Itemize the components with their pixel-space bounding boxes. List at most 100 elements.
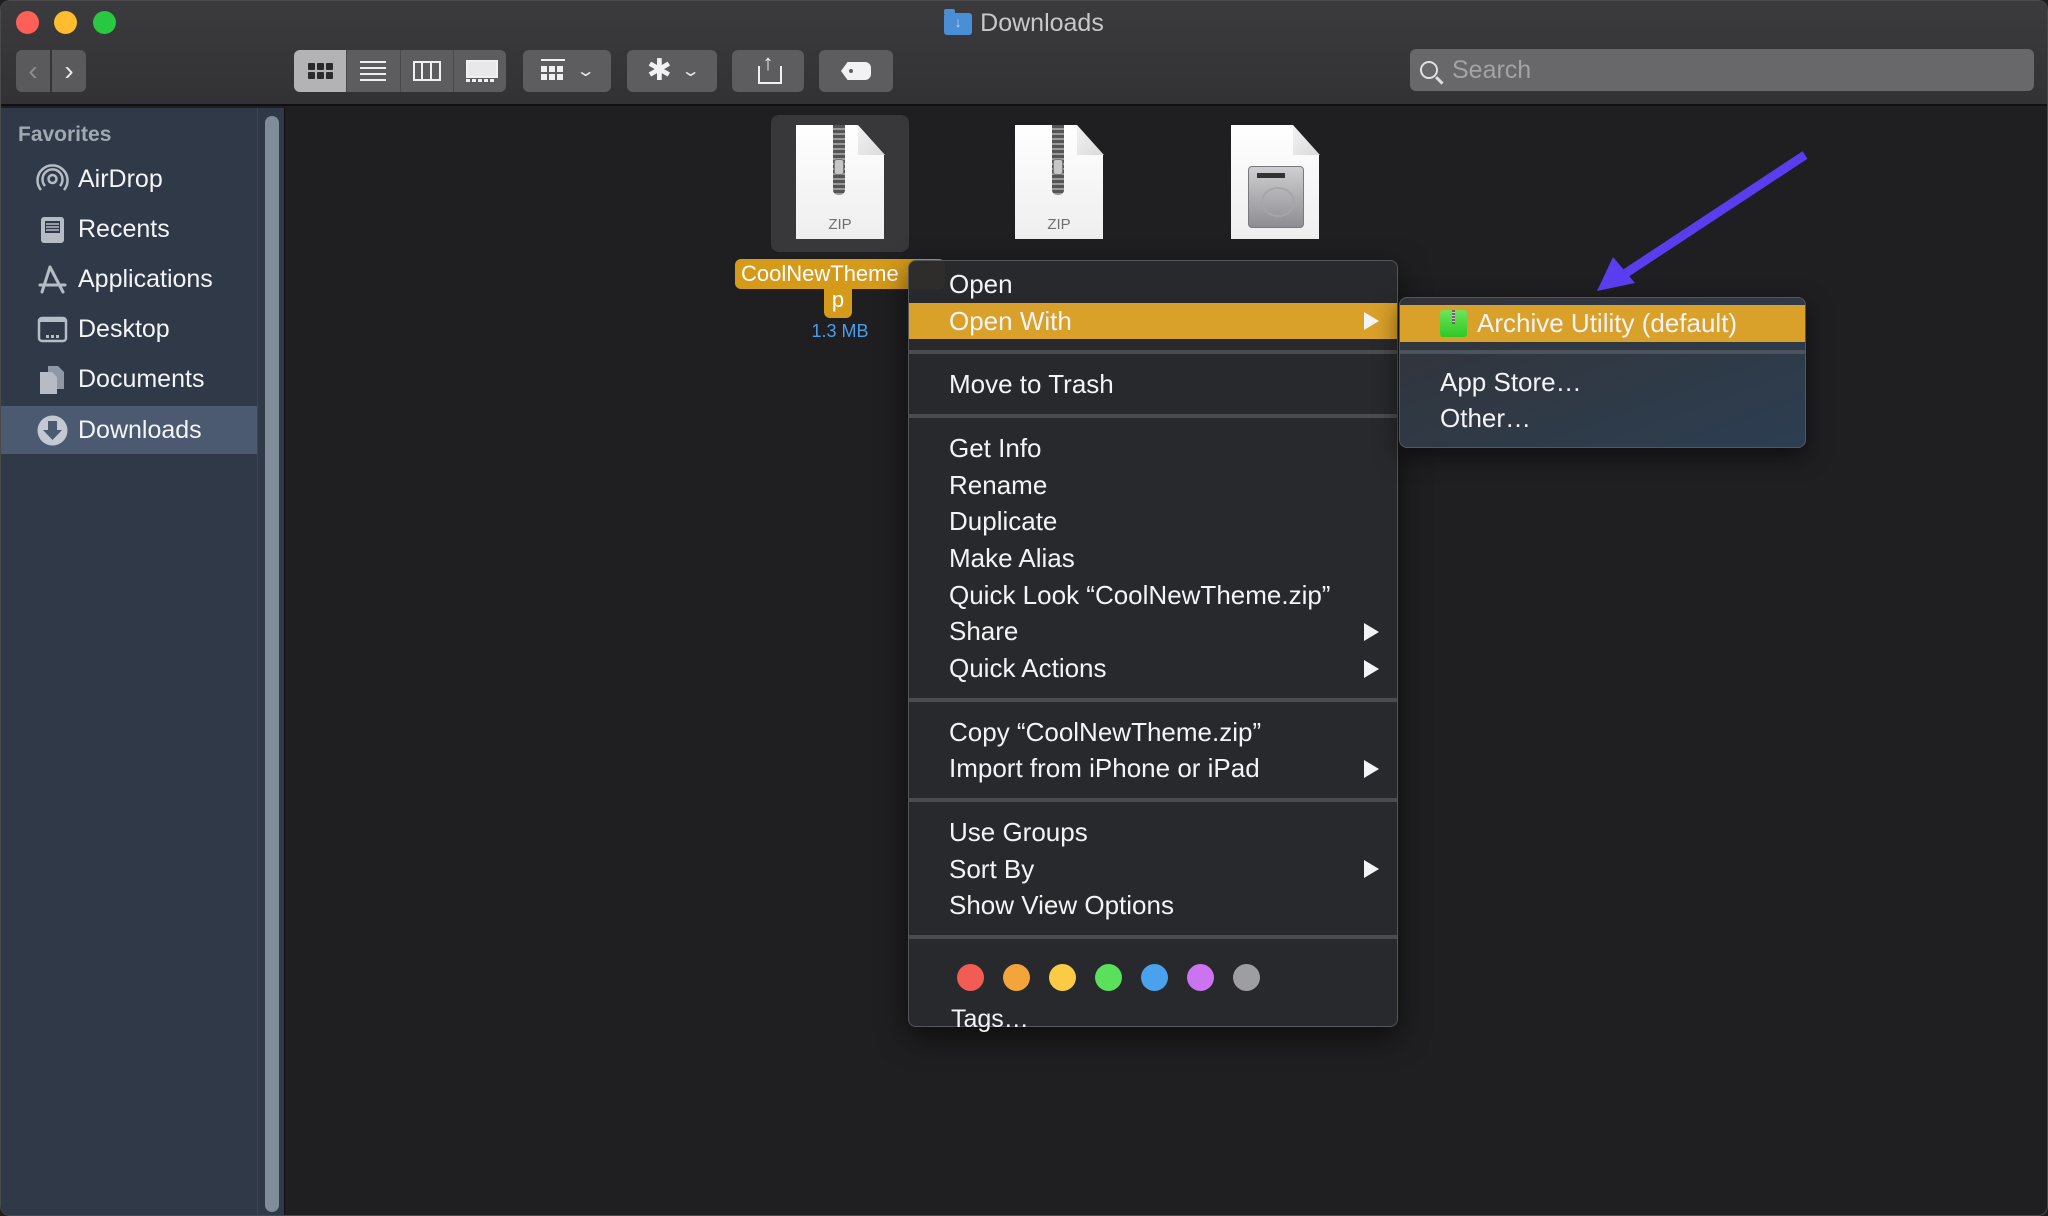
- tag-orange-button[interactable]: [1003, 964, 1030, 992]
- share-icon: [758, 50, 782, 84]
- tag-red-button[interactable]: [957, 964, 984, 992]
- menu-item-label: Sort By: [949, 853, 1035, 884]
- view-mode-segmented-control: [294, 50, 506, 92]
- menu-item-label: Quick Actions: [949, 653, 1107, 684]
- tag-color-row: [909, 951, 1397, 999]
- menu-item-label: Make Alias: [949, 542, 1075, 573]
- gallery-view-icon: [465, 60, 498, 82]
- menu-item-tags[interactable]: Tags…: [909, 999, 1397, 1039]
- window-title: Downloads: [1, 8, 2047, 38]
- downloads-folder-icon: [944, 8, 973, 35]
- file-type-label: ZIP: [1047, 216, 1071, 233]
- sidebar-item-desktop[interactable]: Desktop: [1, 305, 257, 353]
- open-with-submenu: Archive Utility (default) App Store… Oth…: [1399, 297, 1806, 448]
- search-input[interactable]: [1452, 55, 2012, 85]
- menu-item-duplicate[interactable]: Duplicate: [909, 503, 1397, 540]
- menu-item-label: Copy “CoolNewTheme.zip”: [949, 716, 1262, 747]
- sidebar-item-documents[interactable]: Documents: [1, 355, 257, 403]
- zipper-pull: [834, 159, 844, 175]
- group-by-icon: [541, 59, 566, 83]
- menu-item-label: Move to Trash: [949, 369, 1114, 400]
- finder-window: Downloads ‹ › ⌄ ✱: [0, 0, 2048, 1216]
- menu-item-use-groups[interactable]: Use Groups: [909, 814, 1397, 851]
- chevron-down-icon: ⌄: [575, 63, 597, 80]
- menu-item-app-store[interactable]: App Store…: [1400, 364, 1805, 401]
- menu-item-label: Archive Utility (default): [1477, 307, 1738, 338]
- edit-tags-button[interactable]: [819, 50, 893, 92]
- menu-item-label: Rename: [949, 469, 1048, 500]
- downloads-icon: [36, 414, 69, 447]
- menu-separator: [909, 697, 1397, 702]
- sidebar-item-downloads[interactable]: Downloads: [1, 406, 257, 454]
- menu-item-label: Show View Options: [949, 890, 1174, 921]
- menu-item-import-from-iphone-or-ipad[interactable]: Import from iPhone or iPad: [909, 751, 1397, 788]
- menu-item-label: Import from iPhone or iPad: [949, 753, 1260, 784]
- gear-icon: ✱: [646, 54, 672, 87]
- sidebar-section-favorites: Favorites: [18, 123, 112, 146]
- sidebar-item-recents[interactable]: Recents: [1, 205, 257, 253]
- column-view-icon: [412, 61, 441, 81]
- menu-item-label: App Store…: [1440, 366, 1582, 397]
- submenu-arrow-icon: [1364, 622, 1379, 641]
- tag-purple-button[interactable]: [1187, 964, 1214, 992]
- sidebar-item-applications[interactable]: Applications: [1, 255, 257, 303]
- tag-yellow-button[interactable]: [1049, 964, 1076, 992]
- sidebar-item-label: Documents: [78, 364, 205, 393]
- disk-image-icon: [1248, 166, 1304, 228]
- chevron-left-icon: ‹: [28, 55, 38, 86]
- tag-gray-button[interactable]: [1233, 964, 1260, 992]
- menu-item-move-to-trash[interactable]: Move to Trash: [909, 366, 1397, 403]
- search-field[interactable]: [1410, 49, 2034, 91]
- toolbar: Downloads ‹ › ⌄ ✱: [1, 1, 2047, 106]
- sidebar-item-label: Applications: [78, 264, 213, 293]
- menu-item-quick-look-coolnewtheme-zip[interactable]: Quick Look “CoolNewTheme.zip”: [909, 577, 1397, 614]
- group-by-button[interactable]: ⌄: [523, 50, 611, 92]
- menu-item-label: Open: [949, 268, 1013, 299]
- menu-separator: [909, 935, 1397, 940]
- menu-item-make-alias[interactable]: Make Alias: [909, 540, 1397, 577]
- submenu-arrow-icon: [1364, 759, 1379, 778]
- share-button[interactable]: [732, 50, 804, 92]
- column-view-button[interactable]: [401, 50, 454, 92]
- menu-separator: [1400, 349, 1805, 354]
- menu-separator: [909, 350, 1397, 355]
- list-view-icon: [360, 61, 387, 81]
- menu-item-quick-actions[interactable]: Quick Actions: [909, 650, 1397, 687]
- menu-item-copy-coolnewtheme-zip[interactable]: Copy “CoolNewTheme.zip”: [909, 714, 1397, 751]
- sidebar-item-airdrop[interactable]: AirDrop: [1, 155, 257, 203]
- sidebar-item-label: Downloads: [78, 415, 202, 444]
- menu-item-label: Get Info: [949, 432, 1042, 463]
- menu-item-rename[interactable]: Rename: [909, 467, 1397, 504]
- sidebar-item-label: Desktop: [78, 314, 170, 343]
- menu-item-label: Duplicate: [949, 506, 1058, 537]
- sidebar-scrollbar[interactable]: [257, 108, 285, 1215]
- menu-item-other[interactable]: Other…: [1400, 400, 1805, 437]
- menu-item-archive-utility[interactable]: Archive Utility (default): [1400, 305, 1805, 342]
- menu-item-get-info[interactable]: Get Info: [909, 430, 1397, 467]
- documents-icon: [36, 363, 69, 396]
- recents-icon: [36, 213, 69, 246]
- chevron-down-icon: ⌄: [680, 63, 701, 80]
- file-name-label-line2: p: [824, 287, 852, 318]
- forward-button[interactable]: ›: [52, 50, 86, 92]
- icon-view-button[interactable]: [294, 50, 348, 92]
- menu-item-open-with[interactable]: Open With: [909, 302, 1397, 340]
- file-type-label: ZIP: [828, 216, 852, 233]
- submenu-arrow-icon: [1364, 659, 1379, 678]
- menu-item-show-view-options[interactable]: Show View Options: [909, 888, 1397, 925]
- gallery-view-button[interactable]: [454, 50, 506, 92]
- menu-item-sort-by[interactable]: Sort By: [909, 851, 1397, 888]
- tag-green-button[interactable]: [1095, 964, 1122, 992]
- applications-icon: [36, 263, 69, 296]
- back-button[interactable]: ‹: [16, 50, 50, 92]
- menu-item-share[interactable]: Share: [909, 614, 1397, 651]
- menu-item-open[interactable]: Open: [909, 266, 1397, 303]
- tag-blue-button[interactable]: [1141, 964, 1168, 992]
- file-name-line1: CoolNewTheme: [741, 261, 899, 286]
- action-menu-button[interactable]: ✱ ⌄: [627, 50, 717, 92]
- menu-item-label: Open With: [949, 305, 1072, 336]
- sidebar-scroll-thumb[interactable]: [265, 116, 279, 1212]
- submenu-arrow-icon: [1364, 312, 1379, 331]
- sidebar-item-label: Recents: [78, 214, 170, 243]
- list-view-button[interactable]: [347, 50, 401, 92]
